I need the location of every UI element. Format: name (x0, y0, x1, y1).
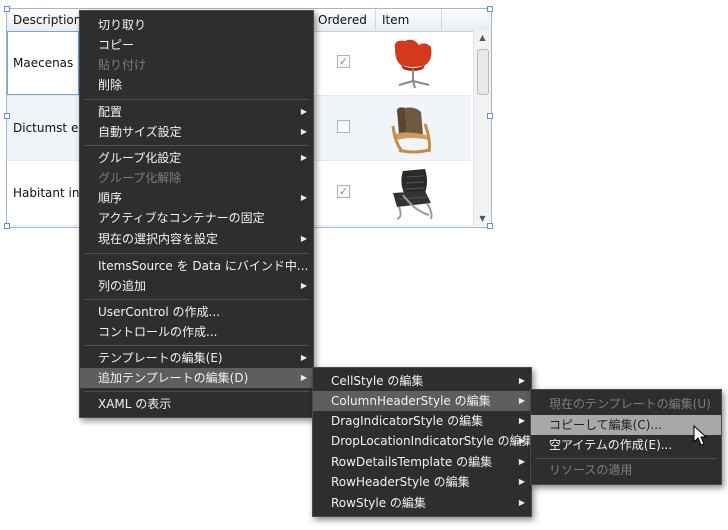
menu-item-label: 順序 (98, 191, 123, 205)
menu-item-label: 列の追加 (98, 279, 147, 293)
menu-item-ungroup[interactable]: グループ化解除 (80, 168, 313, 188)
resize-handle[interactable] (4, 6, 10, 12)
menu-separator (84, 253, 309, 254)
submenu-arrow-icon: ▶ (518, 498, 525, 507)
ordered-checkbox[interactable] (337, 120, 350, 133)
ordered-checkbox[interactable]: ✓ (337, 55, 350, 68)
menu-item-droplocationindicatorstyle[interactable]: DropLocationIndicatorStyle の編集 ▶ (313, 431, 534, 451)
menu-item-cellstyle[interactable]: CellStyle の編集 ▶ (313, 371, 531, 391)
submenu-arrow-icon: ▶ (300, 234, 307, 243)
menu-item-copy[interactable]: コピー (80, 35, 313, 55)
barcelona-chair-icon (393, 169, 433, 220)
menu-separator (84, 145, 309, 146)
menu-item-label: RowStyle の編集 (331, 496, 426, 510)
menu-item-rowdetailstemplate[interactable]: RowDetailsTemplate の編集 ▶ (313, 452, 531, 472)
resize-handle[interactable] (4, 223, 10, 229)
menu-item-rowheaderstyle[interactable]: RowHeaderStyle の編集 ▶ (313, 472, 531, 492)
vertical-scrollbar[interactable]: ▲ ▼ (473, 31, 491, 226)
menu-item-label: テンプレートの編集(E) (98, 351, 223, 365)
menu-item-label: RowDetailsTemplate の編集 (331, 455, 493, 469)
ordered-checkbox[interactable]: ✓ (337, 185, 350, 198)
menu-separator (84, 345, 309, 346)
menu-item-label: 現在の選択内容を設定 (98, 232, 219, 246)
scrollbar-thumb[interactable] (477, 49, 489, 95)
submenu-arrow-icon: ▶ (518, 477, 525, 486)
menu-item-label: DropLocationIndicatorStyle の編集 (331, 434, 534, 448)
menu-item-label: RowHeaderStyle の編集 (331, 475, 470, 489)
menu-item-create-usercontrol[interactable]: UserControl の作成... (80, 302, 313, 322)
templates-submenu: CellStyle の編集 ▶ ColumnHeaderStyle の編集 ▶ Dr… (312, 367, 534, 517)
menu-item-columnheaderstyle[interactable]: ColumnHeaderStyle の編集 ▶ (313, 391, 531, 411)
menu-item-edit-additional-templates[interactable]: 追加テンプレートの編集(D) ▶ (80, 368, 313, 388)
submenu-arrow-icon: ▶ (518, 396, 525, 405)
menu-item-label: グループ化設定 (98, 151, 182, 165)
menu-item-label: DragIndicatorStyle の編集 (331, 414, 484, 428)
submenu-arrow-icon: ▶ (518, 376, 525, 385)
menu-item-group[interactable]: グループ化設定 ▶ (80, 148, 313, 168)
menu-item-bind-itemssource[interactable]: ItemsSource を Data にバインド中... (80, 256, 313, 276)
menu-item-label: 自動サイズ設定 (98, 125, 182, 139)
swan-chair-icon (394, 39, 432, 89)
submenu-arrow-icon: ▶ (300, 373, 307, 382)
menu-item-dragindicatorstyle[interactable]: DragIndicatorStyle の編集 ▶ (313, 411, 531, 431)
mouse-pointer-icon (693, 425, 708, 446)
menu-separator (84, 391, 309, 392)
submenu-arrow-icon: ▶ (300, 353, 307, 362)
submenu-arrow-icon: ▶ (300, 127, 307, 136)
menu-separator (535, 458, 717, 459)
column-header-ordered[interactable]: Ordered (312, 9, 376, 31)
submenu-arrow-icon: ▶ (518, 436, 525, 445)
description-cell: Dictumst ele (13, 121, 90, 135)
menu-separator (84, 99, 309, 100)
armchair-icon (391, 107, 431, 154)
resize-handle[interactable] (487, 6, 493, 12)
scroll-up-arrow-icon[interactable]: ▲ (474, 31, 491, 45)
context-menu: 切り取り コピー 貼り付け 削除 配置 ▶ 自動サイズ設定 ▶ グループ化設定 ▶ グ… (79, 10, 314, 418)
submenu-arrow-icon: ▶ (300, 193, 307, 202)
submenu-arrow-icon: ▶ (518, 457, 525, 466)
menu-item-delete[interactable]: 削除 (80, 75, 313, 95)
menu-item-edit-current-template[interactable]: 現在のテンプレートの編集(U) (531, 394, 721, 414)
menu-item-rowstyle[interactable]: RowStyle の編集 ▶ (313, 493, 531, 513)
submenu-arrow-icon: ▶ (518, 416, 525, 425)
column-header-item[interactable]: Item (376, 9, 442, 31)
resize-handle[interactable] (487, 113, 493, 119)
menu-item-cut[interactable]: 切り取り (80, 15, 313, 35)
menu-item-create-control[interactable]: コントロールの作成... (80, 322, 313, 342)
menu-item-label: 追加テンプレートの編集(D) (98, 371, 249, 385)
submenu-arrow-icon: ▶ (300, 153, 307, 162)
menu-item-view-xaml[interactable]: XAML の表示 (80, 394, 313, 414)
submenu-arrow-icon: ▶ (300, 281, 307, 290)
menu-item-label: 配置 (98, 105, 123, 119)
selected-cell-outline (7, 31, 79, 95)
resize-handle[interactable] (4, 113, 10, 119)
menu-item-layout[interactable]: 配置 ▶ (80, 102, 313, 122)
menu-item-add-column[interactable]: 列の追加 ▶ (80, 276, 313, 296)
menu-item-pin-active-container[interactable]: アクティブなコンテナーの固定 (80, 208, 313, 228)
menu-item-apply-resource[interactable]: リソースの適用 (531, 460, 721, 480)
menu-item-edit-template[interactable]: テンプレートの編集(E) ▶ (80, 348, 313, 368)
menu-item-label: ColumnHeaderStyle の編集 (331, 394, 491, 408)
menu-item-set-selection[interactable]: 現在の選択内容を設定 ▶ (80, 229, 313, 249)
menu-item-label: CellStyle の編集 (331, 374, 424, 388)
resize-handle[interactable] (487, 223, 493, 229)
menu-item-order[interactable]: 順序 ▶ (80, 188, 313, 208)
menu-item-auto-size[interactable]: 自動サイズ設定 ▶ (80, 122, 313, 142)
menu-separator (84, 299, 309, 300)
menu-item-paste[interactable]: 貼り付け (80, 55, 313, 75)
submenu-arrow-icon: ▶ (300, 107, 307, 116)
description-cell: Habitant inc (13, 186, 87, 200)
